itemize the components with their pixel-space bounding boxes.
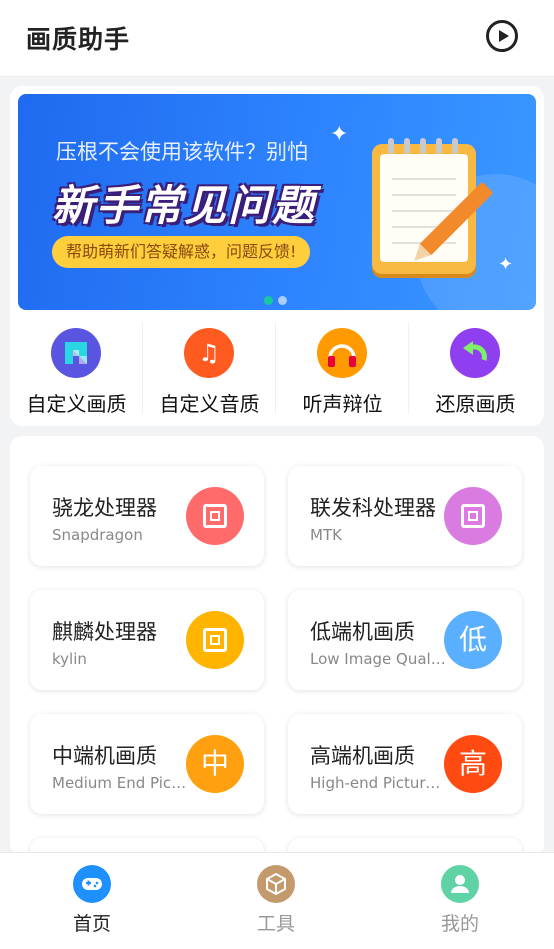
- nav-label: 首页: [72, 913, 111, 935]
- tile-title: 中端机画质: [52, 744, 157, 768]
- headphones-icon: [317, 328, 367, 378]
- tile-subtitle: Snapdragon: [52, 526, 143, 544]
- nav-label: 我的: [440, 913, 479, 935]
- tile-high-end[interactable]: 高端机画质 High-end Picture Quality 高: [288, 714, 522, 814]
- tile-mtk[interactable]: 联发科处理器 MTK: [288, 466, 522, 566]
- nav-home[interactable]: 首页: [0, 853, 184, 949]
- low-badge-icon: 低: [444, 611, 502, 669]
- processor-grid: 骁龙处理器 Snapdragon 联发科处理器 MTK 麒麟处理器 kylin …: [10, 436, 544, 856]
- tile-subtitle: MTK: [310, 526, 342, 544]
- box-icon: [257, 865, 295, 903]
- top-card: 压根不会使用该软件？别怕 新手常见问题 帮助萌新们答疑解惑，问题反馈! ✦ ✦ …: [10, 86, 544, 426]
- gamepad-icon: [73, 865, 111, 903]
- bottom-nav: 首页 工具 我的: [0, 852, 554, 949]
- tile-title: 麒麟处理器: [52, 620, 157, 644]
- quick-action-label: 听声辩位: [302, 392, 383, 416]
- tile-snapdragon[interactable]: 骁龙处理器 Snapdragon: [30, 466, 264, 566]
- music-note-icon: ♫: [184, 328, 234, 378]
- carousel-dot-active: [264, 296, 273, 305]
- quick-action-label: 自定义画质: [26, 392, 127, 416]
- sparkle-icon: ✦: [498, 254, 514, 275]
- app-title: 画质助手: [26, 25, 131, 54]
- tile-subtitle: kylin: [52, 650, 87, 668]
- tile-title: 高端机画质: [310, 744, 415, 768]
- banner-pill: 帮助萌新们答疑解惑，问题反馈!: [52, 236, 311, 268]
- quick-action-sound-position[interactable]: 听声辩位: [276, 318, 409, 418]
- app-bar: 画质助手: [0, 0, 554, 77]
- tile-title: 骁龙处理器: [52, 496, 157, 520]
- tile-mid-end[interactable]: 中端机画质 Medium End Picture Quality 中: [30, 714, 264, 814]
- quick-action-custom-quality[interactable]: 自定义画质: [10, 318, 143, 418]
- chip-icon: [444, 487, 502, 545]
- tile-subtitle: High-end Picture Quality: [310, 774, 446, 792]
- tile-title: 低端机画质: [310, 620, 415, 644]
- mid-badge-icon: 中: [186, 735, 244, 793]
- nav-label: 工具: [256, 913, 295, 935]
- chip-icon: [186, 487, 244, 545]
- tile-kylin[interactable]: 麒麟处理器 kylin: [30, 590, 264, 690]
- tile-title: 联发科处理器: [310, 496, 436, 520]
- carousel-dot: [278, 296, 287, 305]
- sparkle-icon: ✦: [330, 122, 349, 147]
- custom-quality-icon: [51, 328, 101, 378]
- banner-carousel[interactable]: 压根不会使用该软件？别怕 新手常见问题 帮助萌新们答疑解惑，问题反馈! ✦ ✦: [18, 94, 536, 310]
- carousel-indicator: [264, 290, 292, 309]
- banner-headline: 新手常见问题: [52, 181, 317, 230]
- play-circle-icon[interactable]: [486, 20, 518, 52]
- tile-subtitle: Medium End Picture Quality: [52, 774, 188, 792]
- quick-actions: 自定义画质 ♫ 自定义音质 听声辩位 还原画质: [10, 318, 544, 426]
- nav-tools[interactable]: 工具: [184, 853, 368, 949]
- quick-action-label: 还原画质: [435, 392, 516, 416]
- nav-mine[interactable]: 我的: [368, 853, 552, 949]
- tile-low-end[interactable]: 低端机画质 Low Image Quality 低: [288, 590, 522, 690]
- quick-action-label: 自定义音质: [159, 392, 260, 416]
- user-icon: [441, 865, 479, 903]
- chip-icon: [186, 611, 244, 669]
- banner-subtitle: 压根不会使用该软件？别怕: [56, 140, 308, 164]
- restore-arrow-icon: [450, 328, 500, 378]
- tile-subtitle: Low Image Quality: [310, 650, 446, 668]
- quick-action-restore-quality[interactable]: 还原画质: [409, 318, 542, 418]
- quick-action-custom-sound[interactable]: ♫ 自定义音质: [143, 318, 276, 418]
- high-badge-icon: 高: [444, 735, 502, 793]
